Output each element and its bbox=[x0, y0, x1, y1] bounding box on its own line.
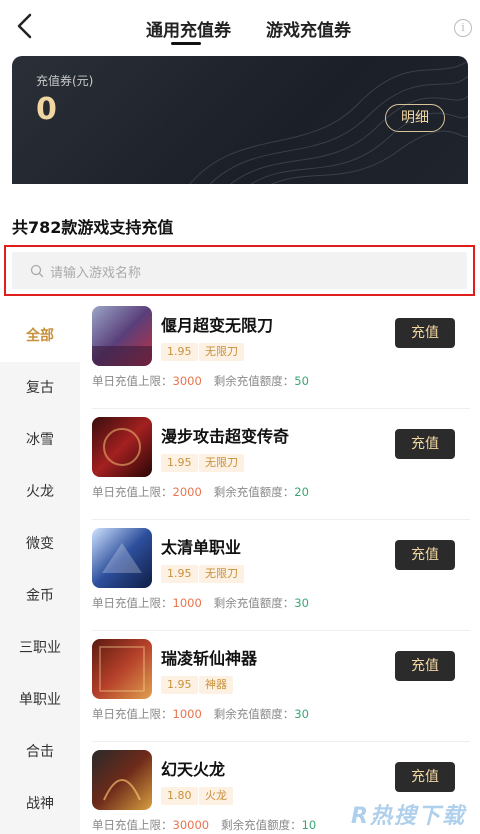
game-tag: 无限刀 bbox=[199, 343, 244, 361]
recharge-button[interactable]: 充值 bbox=[395, 651, 455, 681]
discount-badge: 1.95 bbox=[161, 565, 198, 583]
game-tag: 神器 bbox=[199, 676, 233, 694]
category-all[interactable]: 全部 bbox=[0, 310, 80, 362]
game-cover-image bbox=[92, 306, 152, 366]
game-cover-image bbox=[92, 750, 152, 810]
game-row[interactable]: 偃月超变无限刀 1.95 无限刀 充值 单日充值上限：3000 剩余充值额度：50 bbox=[92, 298, 470, 409]
category-single-class[interactable]: 单职业 bbox=[0, 674, 80, 726]
game-row[interactable]: 瑞凌斩仙神器 1.95 神器 充值 单日充值上限：1000 剩余充值额度：30 bbox=[92, 631, 470, 742]
supported-games-count: 共782款游戏支持充值 bbox=[12, 218, 174, 237]
info-icon[interactable]: i bbox=[454, 19, 472, 37]
game-tag: 无限刀 bbox=[199, 454, 244, 472]
active-tab-indicator bbox=[171, 42, 201, 45]
game-row[interactable]: 太清单职业 1.95 无限刀 充值 单日充值上限：1000 剩余充值额度：30 bbox=[92, 520, 470, 631]
category-gold-coin[interactable]: 金币 bbox=[0, 570, 80, 622]
recharge-limits: 单日充值上限：1000 剩余充值额度：30 bbox=[92, 707, 309, 721]
category-retro[interactable]: 复古 bbox=[0, 362, 80, 414]
category-ice-snow[interactable]: 冰雪 bbox=[0, 414, 80, 466]
recharge-button[interactable]: 充值 bbox=[395, 429, 455, 459]
recharge-button[interactable]: 充值 bbox=[395, 540, 455, 570]
game-cover-image bbox=[92, 417, 152, 477]
recharge-button[interactable]: 充值 bbox=[395, 318, 455, 348]
watermark-logo: R热搜下载 bbox=[351, 804, 466, 829]
category-fire-dragon[interactable]: 火龙 bbox=[0, 466, 80, 518]
category-combo-attack[interactable]: 合击 bbox=[0, 726, 80, 778]
game-tag: 火龙 bbox=[199, 787, 233, 805]
recharge-limits: 单日充值上限：30000 剩余充值额度：10 bbox=[92, 818, 317, 832]
tab-game-voucher[interactable]: 游戏充值券 bbox=[266, 16, 351, 41]
recharge-limits: 单日充值上限：1000 剩余充值额度：30 bbox=[92, 596, 309, 610]
tab-general-voucher[interactable]: 通用充值券 bbox=[146, 16, 231, 41]
game-list-panel: 共782款游戏支持充值 请输入游戏名称 全部 复古 冰雪 火龙 微变 金币 三职… bbox=[0, 184, 480, 834]
game-name: 偃月超变无限刀 bbox=[161, 316, 274, 335]
voucher-balance-card: 充值券(元) 0 明细 bbox=[12, 56, 468, 186]
search-placeholder: 请输入游戏名称 bbox=[50, 266, 142, 281]
game-cover-image bbox=[92, 528, 152, 588]
discount-badge: 1.95 bbox=[161, 343, 198, 361]
category-three-class[interactable]: 三职业 bbox=[0, 622, 80, 674]
recharge-limits: 单日充值上限：2000 剩余充值额度：20 bbox=[92, 485, 309, 499]
category-micro-change[interactable]: 微变 bbox=[0, 518, 80, 570]
search-icon bbox=[30, 264, 44, 278]
category-sidebar: 全部 复古 冰雪 火龙 微变 金币 三职业 单职业 合击 战神 bbox=[0, 310, 80, 834]
game-tag: 无限刀 bbox=[199, 565, 244, 583]
search-highlight-box: 请输入游戏名称 bbox=[4, 245, 475, 296]
game-name: 太清单职业 bbox=[161, 538, 242, 557]
game-cover-image bbox=[92, 639, 152, 699]
game-row[interactable]: 漫步攻击超变传奇 1.95 无限刀 充值 单日充值上限：2000 剩余充值额度：2… bbox=[92, 409, 470, 520]
back-arrow-icon[interactable] bbox=[10, 10, 40, 42]
game-name: 幻天火龙 bbox=[161, 760, 226, 779]
voucher-balance-label: 充值券(元) bbox=[36, 74, 94, 88]
voucher-balance-amount: 0 bbox=[36, 92, 57, 127]
discount-badge: 1.95 bbox=[161, 454, 198, 472]
recharge-button[interactable]: 充值 bbox=[395, 762, 455, 792]
details-button[interactable]: 明细 bbox=[385, 104, 445, 132]
category-war-god[interactable]: 战神 bbox=[0, 778, 80, 830]
game-name: 瑞凌斩仙神器 bbox=[161, 649, 258, 668]
top-bar: 通用充值券 游戏充值券 i bbox=[0, 0, 480, 52]
game-name: 漫步攻击超变传奇 bbox=[161, 427, 290, 446]
discount-badge: 1.95 bbox=[161, 676, 198, 694]
discount-badge: 1.80 bbox=[161, 787, 198, 805]
recharge-limits: 单日充值上限：3000 剩余充值额度：50 bbox=[92, 374, 309, 388]
